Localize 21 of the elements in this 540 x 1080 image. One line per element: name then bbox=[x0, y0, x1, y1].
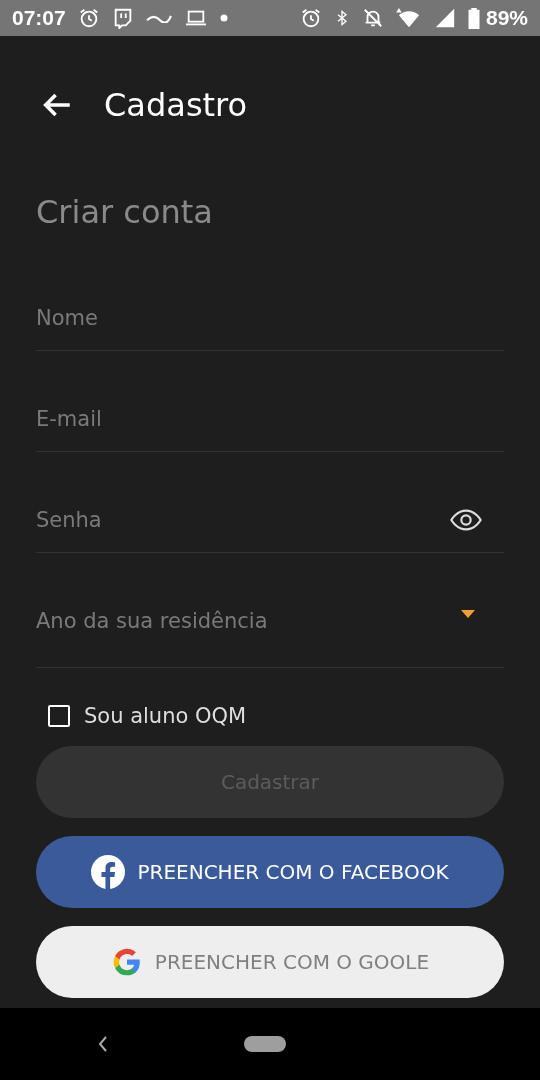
signal-icon bbox=[433, 7, 456, 29]
password-field[interactable]: Senha bbox=[36, 508, 450, 532]
facebook-button[interactable]: PREENCHER COM O FACEBOOK bbox=[36, 836, 504, 908]
battery-percent: 89% bbox=[485, 6, 528, 30]
year-dropdown[interactable]: Ano da sua residência bbox=[36, 553, 504, 668]
dropdown-caret-icon bbox=[460, 609, 476, 619]
google-button[interactable]: PREENCHER COM O GOOLE bbox=[36, 926, 504, 998]
wifi-icon bbox=[395, 7, 422, 29]
back-icon[interactable] bbox=[96, 1035, 110, 1053]
checkbox-label: Sou aluno OQM bbox=[84, 704, 247, 728]
muted-bell-icon bbox=[361, 7, 384, 29]
dot-icon bbox=[219, 14, 228, 22]
home-pill-icon[interactable] bbox=[244, 1036, 286, 1052]
battery-icon bbox=[467, 7, 480, 29]
status-time: 07:07 bbox=[12, 6, 66, 30]
input-field[interactable]: Nome bbox=[36, 306, 504, 330]
checkbox[interactable] bbox=[48, 705, 70, 727]
facebook-icon bbox=[91, 855, 126, 889]
form-heading: Criar conta bbox=[36, 192, 214, 233]
input-field[interactable]: E-mail bbox=[36, 407, 504, 431]
screen-title: Cadastro bbox=[104, 86, 248, 124]
